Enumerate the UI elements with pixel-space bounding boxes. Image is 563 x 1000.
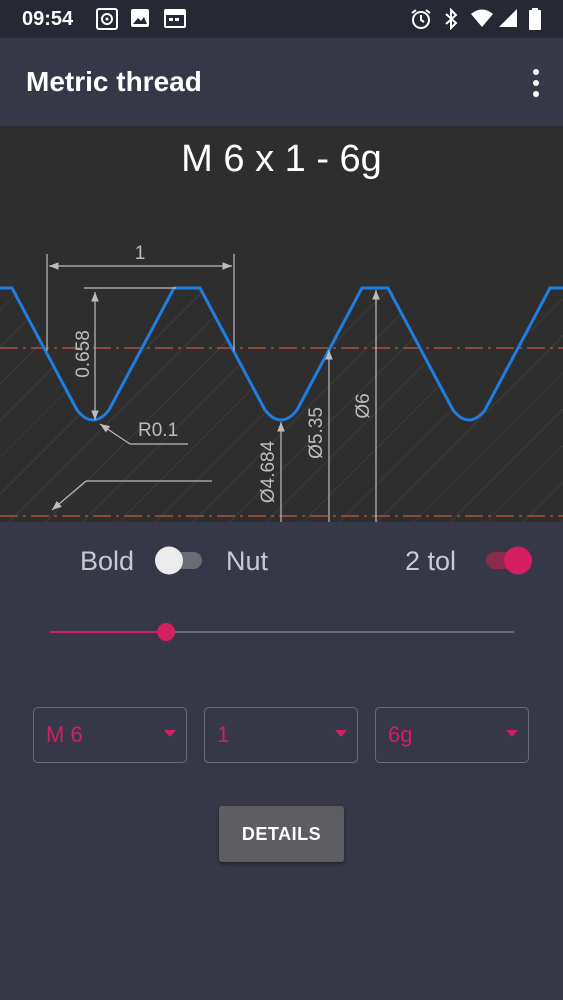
radio-icon [96, 8, 118, 30]
chevron-down-icon [335, 730, 347, 737]
bold-label: Bold [80, 546, 135, 576]
pitch-dropdown[interactable]: 1 [204, 707, 358, 763]
controls-panel: Bold Nut 2 tol M 6 1 6g DETAILS [0, 522, 563, 1000]
bold-switch[interactable] [152, 540, 204, 580]
size-slider[interactable] [50, 617, 514, 647]
thread-drawing: M 6 x 1 - 6g 1 0.658 R0.1 Ø4.684 Ø5.35 Ø… [0, 126, 563, 522]
status-time: 09:54 [22, 8, 74, 30]
tol-switch[interactable] [484, 540, 536, 580]
chevron-down-icon [506, 730, 518, 737]
wifi-icon [471, 9, 493, 27]
nut-label: Nut [226, 546, 269, 576]
more-vert-icon[interactable] [531, 68, 541, 98]
app-bar: Metric thread [0, 38, 563, 126]
minor-diameter-label: Ø4.684 [258, 440, 279, 503]
depth-label: 0.658 [73, 330, 94, 378]
pitch-diameter-label: Ø5.35 [306, 407, 327, 459]
tolerance-value: 6g [388, 722, 413, 747]
tol-label: 2 tol [405, 546, 457, 576]
signal-icon [499, 9, 517, 27]
slider-thumb[interactable] [157, 623, 175, 641]
battery-icon [529, 8, 541, 30]
diameter-dropdown[interactable]: M 6 [33, 707, 187, 763]
radius-label: R0.1 [138, 420, 178, 441]
app-title: Metric thread [26, 66, 202, 97]
bluetooth-icon [445, 8, 458, 30]
status-bar: 09:54 [0, 0, 563, 38]
thread-profile-svg: 1 0.658 R0.1 Ø4.684 Ø5.35 Ø6 [0, 243, 563, 522]
image-icon [131, 9, 149, 27]
pitch-label: 1 [135, 243, 146, 264]
major-diameter-label: Ø6 [353, 393, 374, 418]
calendar-icon [164, 9, 186, 28]
chevron-down-icon [164, 730, 176, 737]
diameter-value: M 6 [46, 722, 83, 747]
tolerance-dropdown[interactable]: 6g [375, 707, 529, 763]
alarm-icon [411, 9, 431, 29]
pitch-value: 1 [217, 722, 230, 747]
details-button[interactable]: DETAILS [219, 806, 344, 862]
